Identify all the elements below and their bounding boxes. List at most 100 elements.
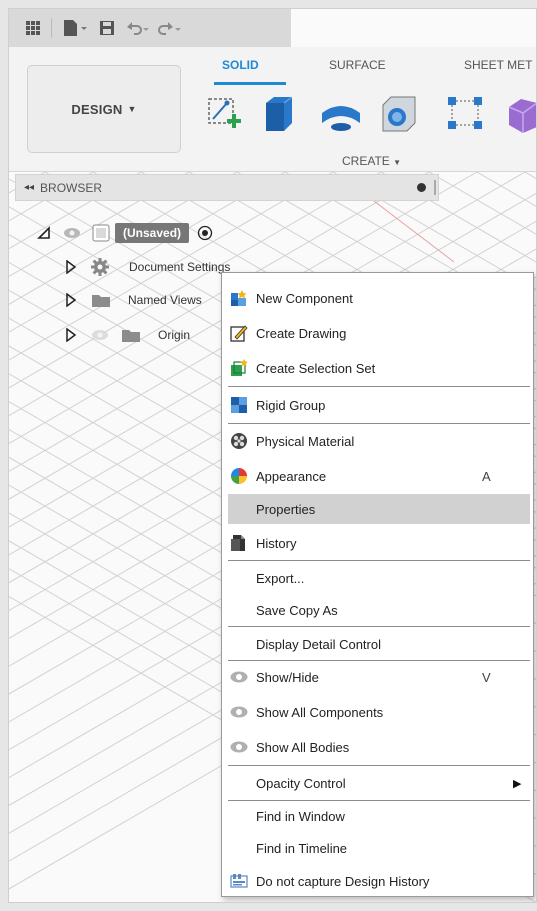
menu-item-label: New Component: [256, 290, 353, 306]
context-menu: New Component Create Drawing Create Sele…: [221, 272, 534, 897]
toolbar-divider: [51, 18, 52, 38]
folder-icon: [122, 330, 140, 342]
menu-item-find-in-window[interactable]: Find in Window: [222, 801, 533, 831]
menu-item-save-copy-as[interactable]: Save Copy As: [222, 595, 533, 625]
menu-item-export[interactable]: Export...: [222, 563, 533, 593]
menu-item-label: Save Copy As: [256, 602, 338, 618]
menu-item-new-component[interactable]: New Component: [222, 283, 533, 313]
resize-handle[interactable]: [434, 180, 436, 195]
menu-item-label: Show All Components: [256, 704, 384, 720]
redo-icon[interactable]: [152, 16, 186, 40]
tab-surface[interactable]: SURFACE: [329, 58, 386, 72]
expand-arrow-icon[interactable]: [65, 328, 77, 342]
browser-title: BROWSER: [40, 180, 103, 195]
menu-item-label: Export...: [256, 570, 305, 586]
pin-icon[interactable]: [417, 183, 426, 192]
menu-item-label: Properties: [256, 501, 316, 517]
menu-item-appearance[interactable]: Appearance A: [222, 461, 533, 491]
workspace-switcher-button[interactable]: DESIGN ▼: [27, 65, 181, 153]
menu-item-label: Show/Hide: [256, 669, 319, 685]
expand-arrow-icon[interactable]: [65, 260, 77, 274]
activate-radio-icon[interactable]: [197, 225, 213, 241]
menu-item-label: Find in Window: [256, 808, 345, 824]
menu-item-create-drawing[interactable]: Create Drawing: [222, 318, 533, 348]
tree-item-named-views[interactable]: Named Views: [65, 292, 202, 308]
workspace-label: DESIGN: [71, 101, 123, 117]
menu-item-label: Display Detail Control: [256, 636, 381, 652]
tab-sheet-metal[interactable]: SHEET MET: [464, 58, 532, 72]
component-icon: [92, 224, 110, 242]
menu-item-label: Physical Material: [256, 433, 355, 449]
appearance-icon: [231, 468, 247, 484]
menu-separator: [228, 765, 530, 766]
expand-arrow-icon[interactable]: [65, 293, 77, 307]
tab-solid[interactable]: SOLID: [222, 58, 259, 72]
menu-item-show-all-bodies[interactable]: Show All Bodies: [222, 732, 533, 762]
eye-hidden-icon[interactable]: [91, 328, 109, 342]
active-tab-indicator: [214, 82, 286, 85]
menu-item-label: Create Drawing: [256, 325, 347, 341]
menu-item-opacity-control[interactable]: Opacity Control ▶: [222, 768, 533, 798]
menu-separator: [228, 560, 530, 561]
expand-triangle-icon[interactable]: [37, 226, 51, 240]
history-icon: [231, 535, 245, 551]
grid-icon[interactable]: [21, 16, 45, 40]
eye-icon[interactable]: [63, 226, 81, 240]
tree-item-origin[interactable]: Origin: [65, 327, 190, 343]
pattern-icon[interactable]: [444, 93, 484, 135]
menu-item-physical-material[interactable]: Physical Material: [222, 426, 533, 456]
gear-icon: [91, 258, 109, 276]
menu-item-find-in-timeline[interactable]: Find in Timeline: [222, 833, 533, 863]
menu-item-shortcut: V: [482, 669, 491, 685]
create-menu-button[interactable]: CREATE ▼: [342, 154, 401, 168]
menu-separator: [228, 626, 530, 627]
menu-item-display-detail-control[interactable]: Display Detail Control: [222, 629, 533, 659]
rigid-group-icon: [231, 397, 247, 413]
form-icon[interactable]: [507, 93, 536, 135]
tree-item-label: Document Settings: [129, 260, 231, 274]
eye-icon: [230, 741, 248, 753]
create-sketch-icon[interactable]: [205, 93, 245, 135]
menu-item-label: Do not capture Design History: [256, 873, 430, 889]
tree-item-label: Named Views: [128, 293, 202, 307]
menu-item-show-hide[interactable]: Show/Hide V: [222, 662, 533, 692]
selection-set-icon: [231, 359, 248, 376]
save-icon[interactable]: [92, 16, 122, 40]
ribbon-toolbar: DESIGN ▼ SOLID SURFACE SHEET MET CREATE …: [9, 47, 536, 172]
file-icon[interactable]: [58, 16, 92, 40]
menu-item-label: Rigid Group: [256, 397, 326, 413]
eye-icon: [230, 706, 248, 718]
menu-separator: [228, 660, 530, 661]
quick-access-toolbar: [9, 9, 291, 47]
menu-item-label: Appearance: [256, 468, 327, 484]
caret-down-icon: ▼: [127, 104, 137, 114]
undo-icon[interactable]: [122, 16, 152, 40]
menu-item-label: Create Selection Set: [256, 360, 376, 376]
submenu-arrow-icon: ▶: [513, 777, 522, 790]
extrude-icon[interactable]: [258, 93, 298, 135]
create-menu-label: CREATE: [342, 154, 390, 168]
tree-root-row[interactable]: (Unsaved): [37, 223, 213, 243]
menu-item-rigid-group[interactable]: Rigid Group: [222, 390, 533, 420]
root-component-label[interactable]: (Unsaved): [115, 223, 190, 243]
physical-material-icon: [231, 433, 247, 449]
menu-separator: [228, 386, 530, 387]
menu-item-create-selection-set[interactable]: Create Selection Set: [222, 353, 533, 383]
tree-item-label: Origin: [158, 328, 191, 342]
menu-item-properties[interactable]: Properties: [228, 494, 530, 524]
menu-item-label: Opacity Control: [256, 775, 346, 791]
design-history-icon: [230, 874, 248, 888]
menu-item-do-not-capture-design-history[interactable]: Do not capture Design History: [222, 866, 533, 896]
eye-icon: [230, 671, 248, 683]
revolve-icon[interactable]: [318, 93, 360, 135]
menu-item-history[interactable]: History: [222, 528, 533, 558]
browser-panel-header: ◂◂ BROWSER: [15, 174, 439, 201]
folder-icon: [92, 295, 110, 307]
shell-icon[interactable]: [375, 93, 416, 135]
menu-item-label: History: [256, 535, 297, 551]
menu-item-label: Find in Timeline: [256, 840, 348, 856]
tree-item-document-settings[interactable]: Document Settings: [65, 258, 230, 276]
collapse-panel-icon[interactable]: ◂◂: [24, 182, 34, 193]
menu-item-show-all-components[interactable]: Show All Components: [222, 697, 533, 727]
menu-item-shortcut: A: [482, 468, 491, 484]
